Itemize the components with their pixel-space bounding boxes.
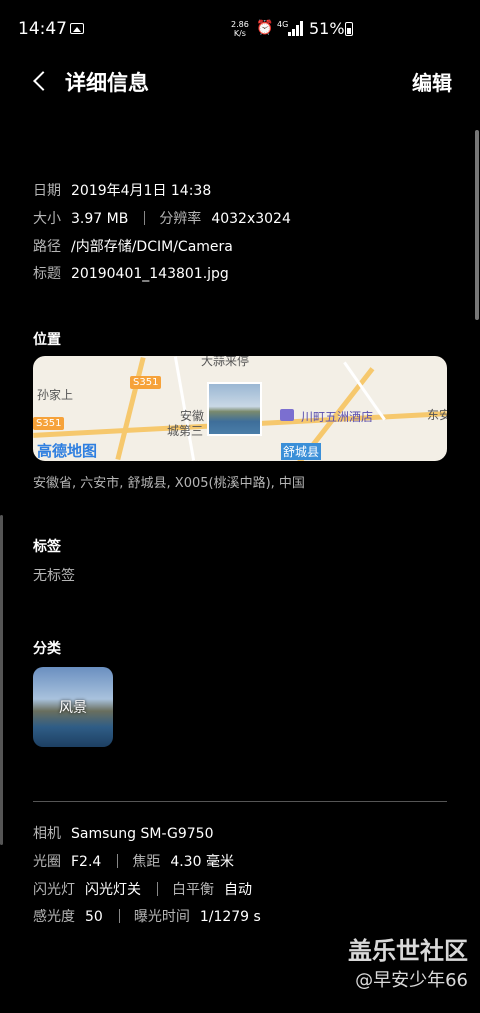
tags-title: 标签 [33, 539, 61, 555]
tags-empty-text[interactable]: 无标签 [33, 565, 75, 585]
watermark-user: @早安少年66 [355, 970, 468, 991]
battery-icon [345, 22, 353, 36]
category-title: 分类 [33, 641, 61, 657]
network-type: 4G [277, 20, 289, 29]
network-speed: 2.86 K/s [231, 20, 249, 38]
photo-thumbnail [207, 382, 262, 436]
map-label: 大蒜来停 [201, 356, 250, 368]
divider [157, 882, 158, 896]
map-label: 孙家上 [37, 388, 74, 402]
app-header: 详细信息 编辑 [0, 60, 480, 104]
signal-icon [288, 20, 304, 36]
scrollbar[interactable] [475, 130, 479, 320]
battery-percent: 51% [309, 19, 345, 38]
map-label: 东安 [427, 408, 447, 422]
location-address: 安徽省, 六安市, 舒城县, X005(桃溪中路), 中国 [33, 476, 305, 491]
status-time: 14:47 [18, 19, 67, 39]
location-map[interactable]: 大蒜来停 孙家上 城第三 安徽 川町五洲酒店 舒城县 东安 S351 S351 … [33, 356, 447, 461]
camera-flash-wb: 闪光灯 闪光灯关 白平衡 自动 [33, 882, 252, 898]
edit-button[interactable]: 编辑 [412, 67, 452, 96]
camera-aperture-focal: 光圈 F2.4 焦距 4.30 毫米 [33, 854, 234, 870]
page-title: 详细信息 [65, 71, 149, 95]
divider [33, 801, 447, 802]
detail-date: 日期 2019年4月1日 14:38 [33, 183, 212, 199]
map-label-hotel: 川町五洲酒店 [301, 410, 374, 424]
map-label: 城第三 [167, 424, 204, 438]
hotel-icon [280, 409, 294, 421]
map-logo: 高德地图 [37, 442, 98, 460]
detail-path: 路径/内部存储/DCIM/Camera [33, 239, 233, 255]
road-shield: S351 [33, 417, 65, 430]
watermark-title: 盖乐世社区 [348, 937, 468, 965]
detail-size-resolution: 大小 3.97 MB 分辨率 4032x3024 [33, 211, 291, 227]
detail-filename: 标题 20190401_143801.jpg [33, 266, 229, 282]
back-arrow-icon[interactable] [30, 68, 52, 94]
road-shield: S351 [130, 376, 162, 389]
camera-model: 相机 Samsung SM-G9750 [33, 826, 214, 842]
edge-panel-handle[interactable] [0, 515, 3, 845]
map-label-county: 舒城县 [281, 443, 322, 460]
camera-iso-exposure: 感光度 50 曝光时间 1/1279 s [33, 909, 261, 925]
divider [144, 211, 146, 225]
map-label: 安徽 [180, 409, 205, 423]
category-card[interactable]: 风景 [33, 667, 113, 747]
category-label: 风景 [59, 700, 87, 716]
divider [118, 909, 120, 923]
divider [117, 854, 119, 868]
status-bar: 14:47 2.86 K/s ⏰ 4G 51% [0, 0, 480, 60]
alarm-icon: ⏰ [256, 20, 274, 36]
location-title: 位置 [33, 332, 61, 348]
image-notification-icon [70, 23, 84, 34]
